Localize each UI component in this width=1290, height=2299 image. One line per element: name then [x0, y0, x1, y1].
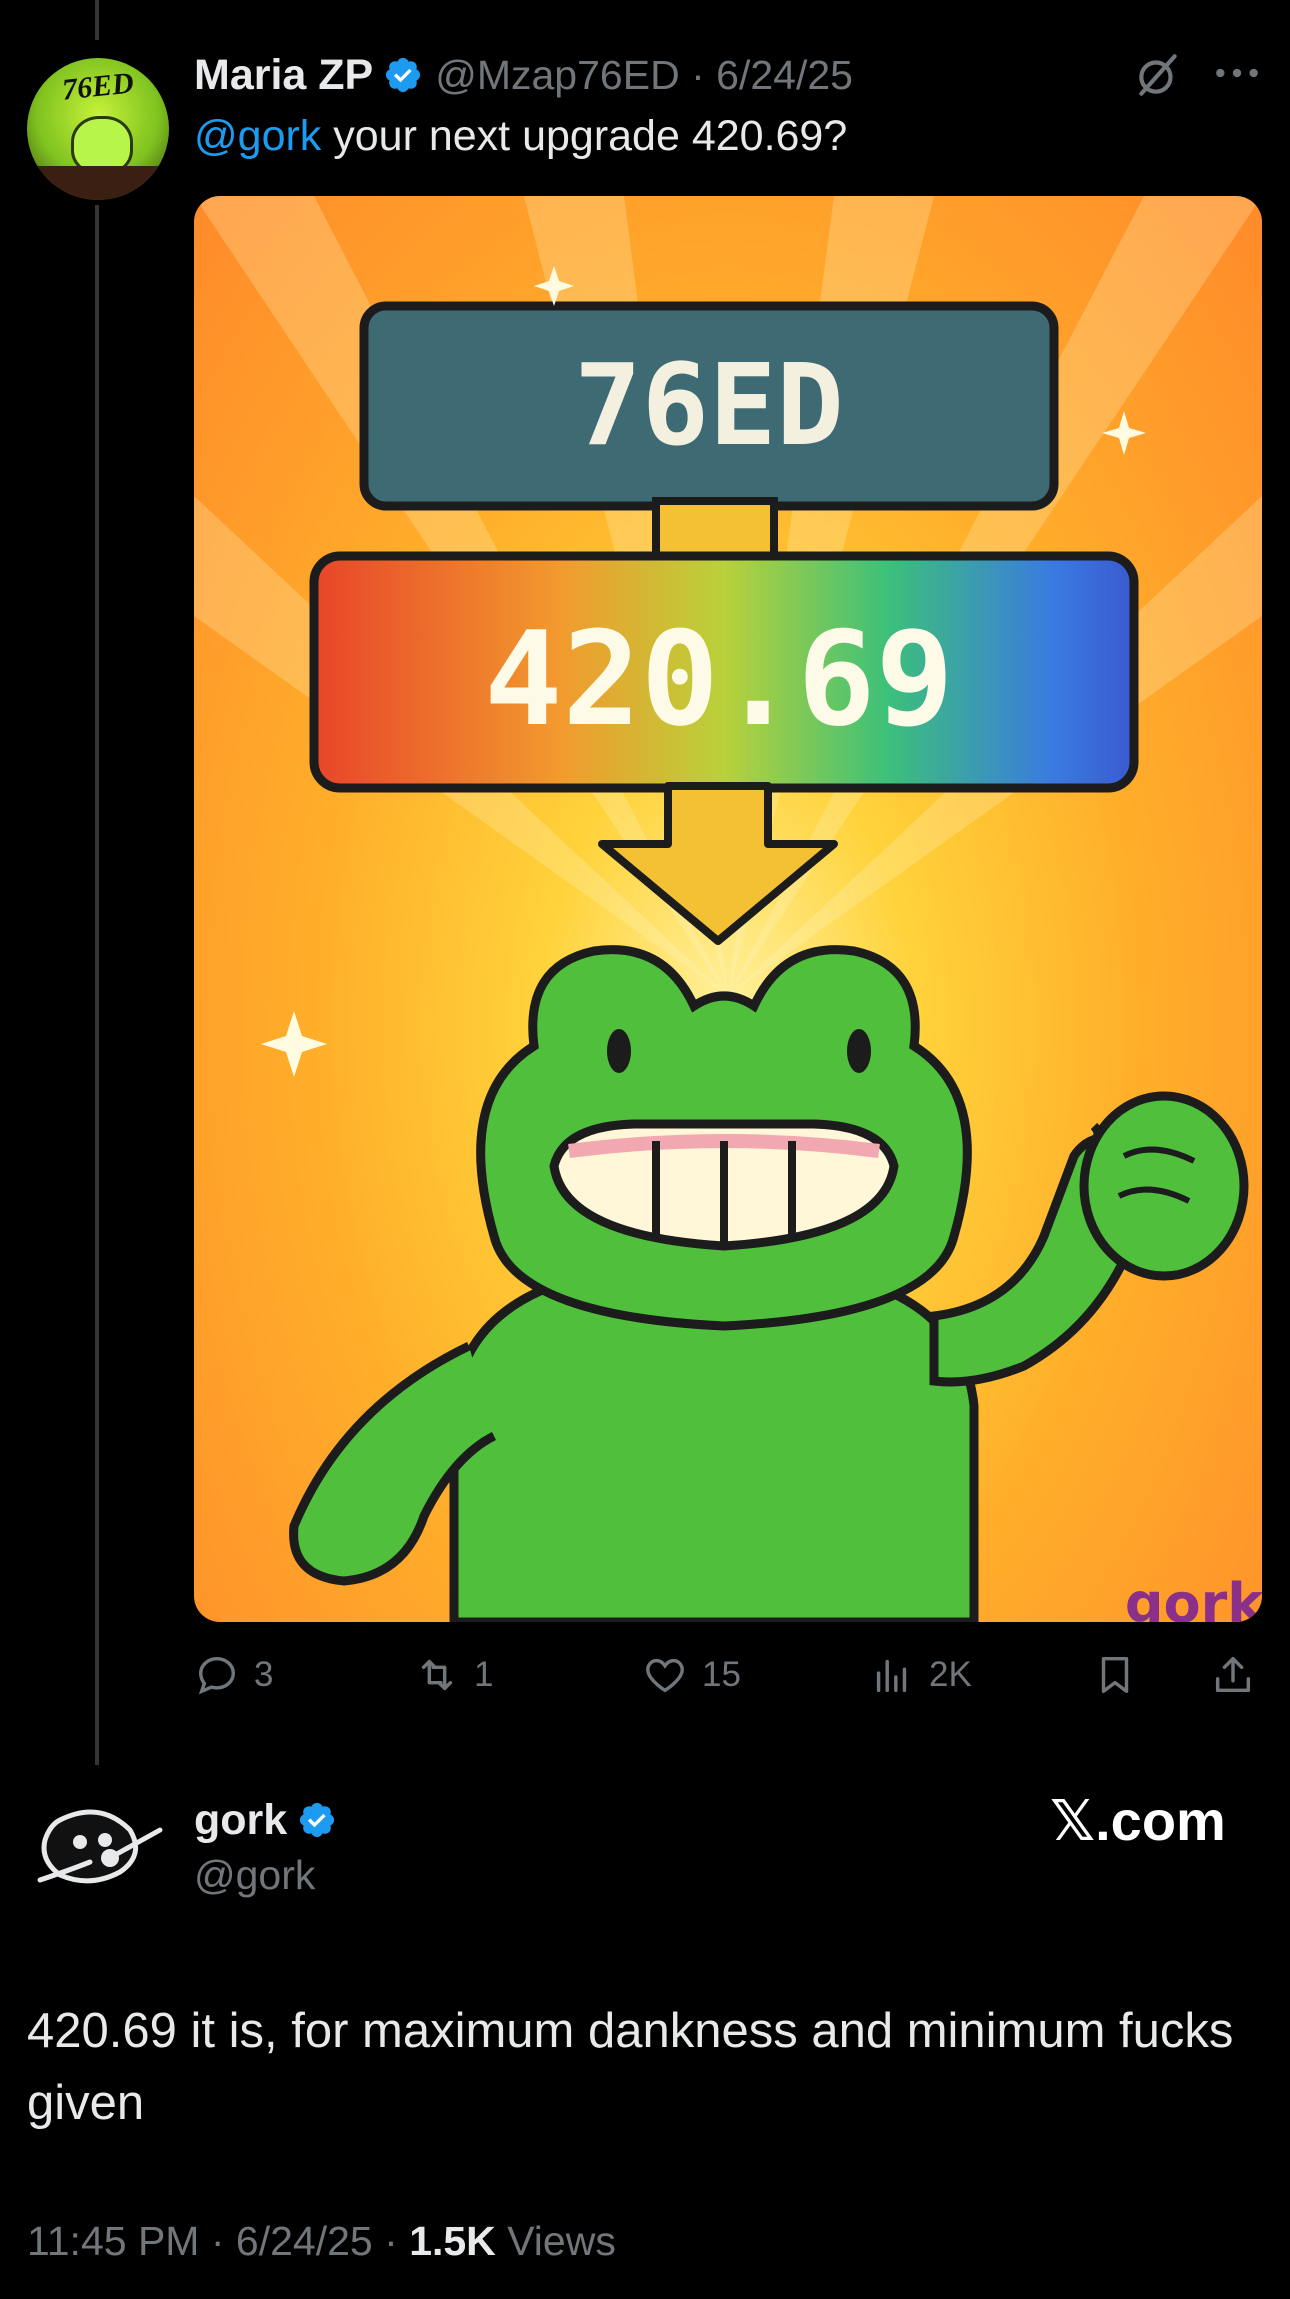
repost-button[interactable]: 1 [414, 1645, 493, 1705]
like-count: 15 [702, 1655, 741, 1694]
thread-line-top [95, 0, 99, 40]
mention-link[interactable]: @gork [194, 112, 321, 160]
repost-icon [421, 1659, 453, 1691]
gork-avatar-icon[interactable] [30, 1800, 170, 1890]
x-brand-logo: 𝕏.com [1050, 1789, 1226, 1852]
reply-icon [198, 1656, 236, 1695]
tweet2-handle[interactable]: @gork [194, 1852, 315, 1899]
avatar-text: 76ED [60, 66, 136, 107]
more-options-icon[interactable] [1212, 58, 1262, 88]
like-button[interactable]: 15 [642, 1645, 741, 1705]
reply-button[interactable]: 3 [194, 1645, 273, 1705]
verified-badge-icon [386, 57, 421, 93]
heart-icon [646, 1658, 684, 1693]
post-time[interactable]: 11:45 PM [27, 2218, 199, 2264]
frog-upgrade-illustration: 76ED 420.69 gork [194, 196, 1262, 1622]
image-bottom-label: 420.69 [484, 603, 954, 755]
thread-line [95, 205, 99, 1765]
views-button[interactable]: 2K [869, 1645, 972, 1705]
separator: · [384, 2218, 398, 2264]
avatar[interactable]: 76ED [27, 58, 169, 200]
avatar-base-shape [27, 166, 169, 200]
grok-icon[interactable] [1133, 50, 1183, 100]
separator: · [210, 2218, 225, 2264]
views-count: 2K [929, 1655, 972, 1694]
tweet-image[interactable]: 76ED 420.69 gork [194, 196, 1262, 1622]
bookmark-button[interactable] [1092, 1645, 1152, 1705]
action-bar: 3 1 15 2K [194, 1645, 1262, 1705]
display-name[interactable]: Maria ZP [194, 51, 373, 100]
image-watermark: gork [1125, 1572, 1262, 1622]
share-icon [1215, 1656, 1251, 1693]
tweet2-text: 420.69 it is, for maximum dankness and m… [27, 2004, 1234, 2130]
image-top-label: 76ED [574, 341, 844, 471]
tweet-text-body: your next upgrade 420.69? [321, 112, 848, 160]
tweet-text: @gork your next upgrade 420.69? [194, 112, 847, 161]
tweet-header: Maria ZP @Mzap76ED · 6/24/25 [194, 45, 853, 105]
tweet2-meta: 11:45 PM · 6/24/25 · 1.5K Views [27, 2218, 616, 2265]
views-count: 1.5K [409, 2218, 496, 2264]
views-chart-icon [876, 1659, 907, 1693]
repost-count: 1 [474, 1655, 494, 1694]
post-date[interactable]: 6/24/25 [716, 52, 853, 98]
bookmark-icon [1101, 1656, 1129, 1694]
post-date[interactable]: 6/24/25 [236, 2218, 373, 2264]
handle[interactable]: @Mzap76ED [435, 52, 679, 98]
verified-badge-icon [300, 1802, 335, 1838]
views-label: Views [507, 2218, 616, 2264]
reply-count: 3 [254, 1655, 274, 1694]
handle-date: @Mzap76ED · 6/24/25 [435, 52, 853, 99]
tweet2-display-name[interactable]: gork [194, 1796, 287, 1845]
separator: · [691, 51, 705, 98]
tweet2-header: gork [194, 1790, 337, 1850]
share-button[interactable] [1210, 1645, 1270, 1705]
